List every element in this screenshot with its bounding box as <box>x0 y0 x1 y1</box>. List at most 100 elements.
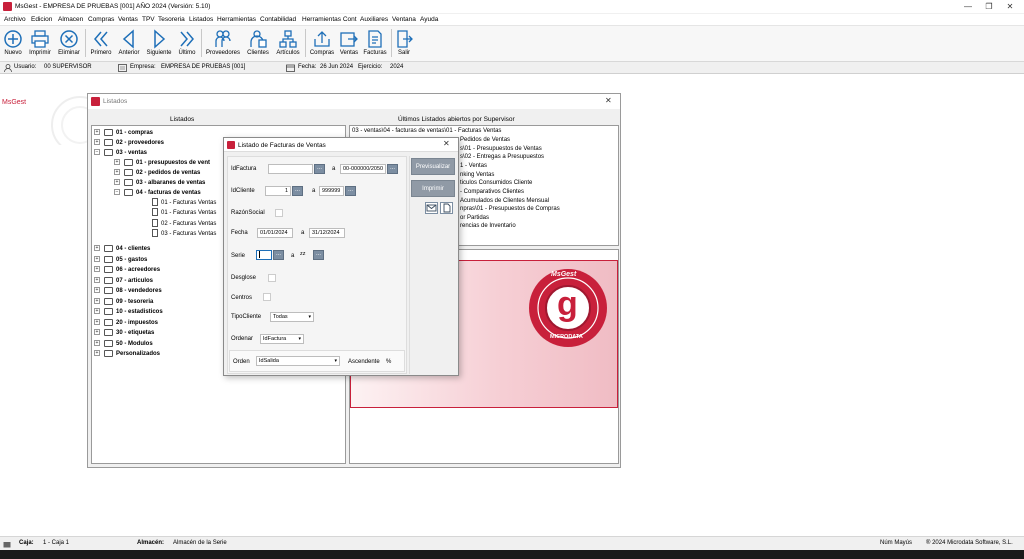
idcliente-from-input[interactable]: 1 <box>265 186 291 196</box>
expand-icon[interactable]: + <box>94 256 100 263</box>
orden-select[interactable]: IdSalida ▾ <box>256 356 340 366</box>
tree-node-estadisticos[interactable]: +10 - estadisticos <box>94 307 163 317</box>
desglose-checkbox[interactable] <box>268 274 276 282</box>
menu-almacen[interactable]: Almacen <box>58 16 83 23</box>
tree-leaf-report[interactable]: 01 - Facturas Ventas <box>152 208 216 218</box>
articulos-button[interactable]: Artículos <box>274 27 302 60</box>
idfactura-to-input[interactable]: 00-000000/2050 <box>340 164 386 174</box>
ventas-button[interactable]: Ventas <box>338 27 360 60</box>
tree-leaf-report[interactable]: 03 - Facturas Ventas <box>152 229 216 239</box>
ordenar-select[interactable]: IdFactura ▾ <box>260 334 304 344</box>
imprimir-dialog-button[interactable]: Imprimir <box>411 180 455 197</box>
recent-item[interactable]: npras\01 - Presupuestos de Compras <box>460 205 560 214</box>
close-window-button[interactable]: ✕ <box>996 0 1024 13</box>
tree-node-compras[interactable]: +01 - compras <box>94 128 153 138</box>
dialog-close-button[interactable]: ✕ <box>443 139 450 148</box>
tree-node-acreedores[interactable]: +06 - acreedores <box>94 265 160 275</box>
tree-node-facturas[interactable]: −04 - facturas de ventas <box>114 188 201 198</box>
fecha-from-input[interactable]: 01/01/2024 <box>257 228 293 238</box>
expand-icon[interactable]: + <box>94 319 100 326</box>
serie-to-input[interactable]: zz <box>298 250 312 260</box>
facturas-button[interactable]: Facturas <box>362 27 388 60</box>
nuevo-button[interactable]: Nuevo <box>2 27 24 60</box>
proveedores-button[interactable]: Proveedores <box>204 27 242 60</box>
expand-icon[interactable]: + <box>94 139 100 146</box>
serie-from-lookup[interactable]: ... <box>273 250 284 260</box>
tree-node-ventas[interactable]: −03 - ventas <box>94 148 147 158</box>
collapse-icon[interactable]: − <box>114 189 120 196</box>
expand-icon[interactable]: + <box>94 350 100 357</box>
idfactura-from-input[interactable] <box>268 164 313 174</box>
expand-icon[interactable]: + <box>114 159 120 166</box>
expand-icon[interactable]: + <box>94 329 100 336</box>
menu-contabilidad[interactable]: Contabilidad <box>260 16 296 23</box>
expand-icon[interactable]: + <box>114 169 120 176</box>
menu-auxiliares[interactable]: Auxiliares <box>360 16 388 23</box>
recent-item[interactable]: rencias de Inventario <box>460 222 516 231</box>
tree-node-modulos[interactable]: +50 - Modulos <box>94 339 153 349</box>
expand-icon[interactable]: + <box>94 340 100 347</box>
razon-social-checkbox[interactable] <box>275 209 283 217</box>
menu-tpv[interactable]: TPV <box>142 16 155 23</box>
expand-icon[interactable]: + <box>94 287 100 294</box>
tree-node-tesoreria[interactable]: +09 - tesoreria <box>94 297 153 307</box>
recent-item[interactable]: 1 - Ventas <box>460 162 487 171</box>
export-file-button[interactable] <box>440 202 453 214</box>
siguiente-button[interactable]: Siguiente <box>144 27 174 60</box>
clientes-button[interactable]: Clientes <box>244 27 272 60</box>
idfactura-from-lookup[interactable]: ... <box>314 164 325 174</box>
fecha-to-input[interactable]: 31/12/2024 <box>309 228 345 238</box>
menu-archivo[interactable]: Archivo <box>4 16 26 23</box>
menu-tesoreria[interactable]: Tesoreria <box>158 16 185 23</box>
menu-edicion[interactable]: Edicion <box>31 16 52 23</box>
expand-icon[interactable]: + <box>114 179 120 186</box>
menu-compras[interactable]: Compras <box>88 16 114 23</box>
tree-node-etiquetas[interactable]: +30 - etiquetas <box>94 328 154 338</box>
tipocliente-select[interactable]: Todas ▾ <box>270 312 314 322</box>
tree-node-proveedores[interactable]: +02 - proveedores <box>94 138 164 148</box>
expand-icon[interactable]: + <box>94 277 100 284</box>
listados-close-button[interactable]: ✕ <box>605 96 612 105</box>
serie-from-input[interactable] <box>256 250 272 260</box>
idcliente-to-input[interactable]: 999999 <box>319 186 344 196</box>
expand-icon[interactable]: + <box>94 129 100 136</box>
centros-checkbox[interactable] <box>263 293 271 301</box>
menu-herramientas-cont[interactable]: Herramientas Cont <box>302 16 357 23</box>
tree-node-vendedores[interactable]: +08 - vendedores <box>94 286 162 296</box>
tree-leaf-report[interactable]: 01 - Facturas Ventas <box>152 198 216 208</box>
imprimir-button[interactable]: Imprimir <box>26 27 54 60</box>
tree-node-gastos[interactable]: +05 - gastos <box>94 255 147 265</box>
tree-node-articulos[interactable]: +07 - articulos <box>94 276 153 286</box>
menu-ventas[interactable]: Ventas <box>118 16 138 23</box>
collapse-icon[interactable]: − <box>94 149 100 156</box>
recent-item[interactable]: - Comparativos Clientes <box>460 188 524 197</box>
expand-icon[interactable]: + <box>94 308 100 315</box>
expand-icon[interactable]: + <box>94 266 100 273</box>
recent-item[interactable]: 03 - ventas\04 - facturas de ventas\01 -… <box>352 127 501 136</box>
tree-node-clientes[interactable]: +04 - clientes <box>94 244 150 254</box>
salir-button[interactable]: Salir <box>394 27 414 60</box>
recent-item[interactable]: s\02 - Entregas a Presupuestos <box>460 153 544 162</box>
primero-button[interactable]: Primero <box>88 27 114 60</box>
menu-listados[interactable]: Listados <box>189 16 213 23</box>
idcliente-from-lookup[interactable]: ... <box>292 186 303 196</box>
idcliente-to-lookup[interactable]: ... <box>345 186 356 196</box>
compras-button[interactable]: Compras <box>308 27 336 60</box>
serie-to-lookup[interactable]: ... <box>313 250 324 260</box>
expand-icon[interactable]: + <box>94 298 100 305</box>
tree-node-personalizados[interactable]: + Personalizados <box>94 349 160 359</box>
previsualizar-button[interactable]: Previsualizar <box>411 158 455 175</box>
anterior-button[interactable]: Anterior <box>116 27 142 60</box>
eliminar-button[interactable]: Eliminar <box>56 27 82 60</box>
menu-herramientas[interactable]: Herramientas <box>217 16 256 23</box>
tree-node-pedidos[interactable]: +02 - pedidos de ventas <box>114 168 200 178</box>
menu-ventana[interactable]: Ventana <box>392 16 416 23</box>
tree-node-impuestos[interactable]: +20 - impuestos <box>94 318 158 328</box>
recent-item[interactable]: Pedidos de Ventas <box>460 136 510 145</box>
menu-ayuda[interactable]: Ayuda <box>420 16 438 23</box>
expand-icon[interactable]: + <box>94 245 100 252</box>
email-button[interactable] <box>425 202 438 214</box>
tree-node-presupuestos[interactable]: +01 - presupuestos de vent <box>114 158 210 168</box>
ultimo-button[interactable]: Último <box>176 27 198 60</box>
idfactura-to-lookup[interactable]: ... <box>387 164 398 174</box>
